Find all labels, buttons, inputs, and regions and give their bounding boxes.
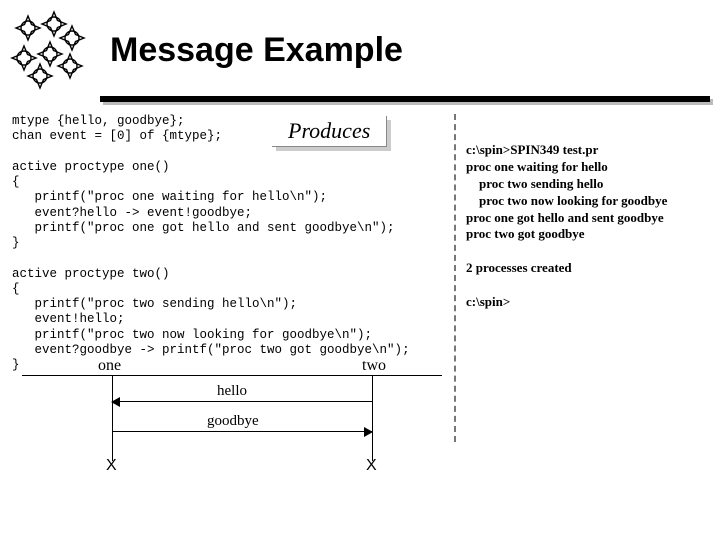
terminate-icon-one: X bbox=[106, 457, 117, 475]
terminate-icon-two: X bbox=[366, 457, 377, 475]
lifeline-two bbox=[372, 375, 373, 461]
diagram-label-two: two bbox=[362, 357, 386, 375]
stars-cluster-icon bbox=[10, 10, 90, 90]
arrow-hello bbox=[112, 401, 372, 402]
content-area: Produces mtype {hello, goodbye}; chan ev… bbox=[0, 102, 720, 485]
title-row: Message Example bbox=[0, 0, 720, 96]
lifeline-one bbox=[112, 375, 113, 461]
arrow-label-goodbye: goodbye bbox=[207, 413, 259, 430]
terminal-output: c:\spin>SPIN349 test.pr proc one waiting… bbox=[466, 142, 667, 311]
sequence-diagram: one two hello goodbye X X bbox=[12, 375, 442, 485]
promela-code-block: mtype {hello, goodbye}; chan event = [0]… bbox=[12, 114, 442, 373]
arrow-label-hello: hello bbox=[217, 383, 247, 400]
right-column: c:\spin>SPIN349 test.pr proc one waiting… bbox=[454, 114, 667, 442]
page-title: Message Example bbox=[110, 31, 403, 70]
diagram-label-one: one bbox=[98, 357, 121, 375]
left-column: Produces mtype {hello, goodbye}; chan ev… bbox=[12, 114, 442, 485]
arrow-goodbye bbox=[112, 431, 372, 432]
produces-label: Produces bbox=[272, 116, 387, 147]
